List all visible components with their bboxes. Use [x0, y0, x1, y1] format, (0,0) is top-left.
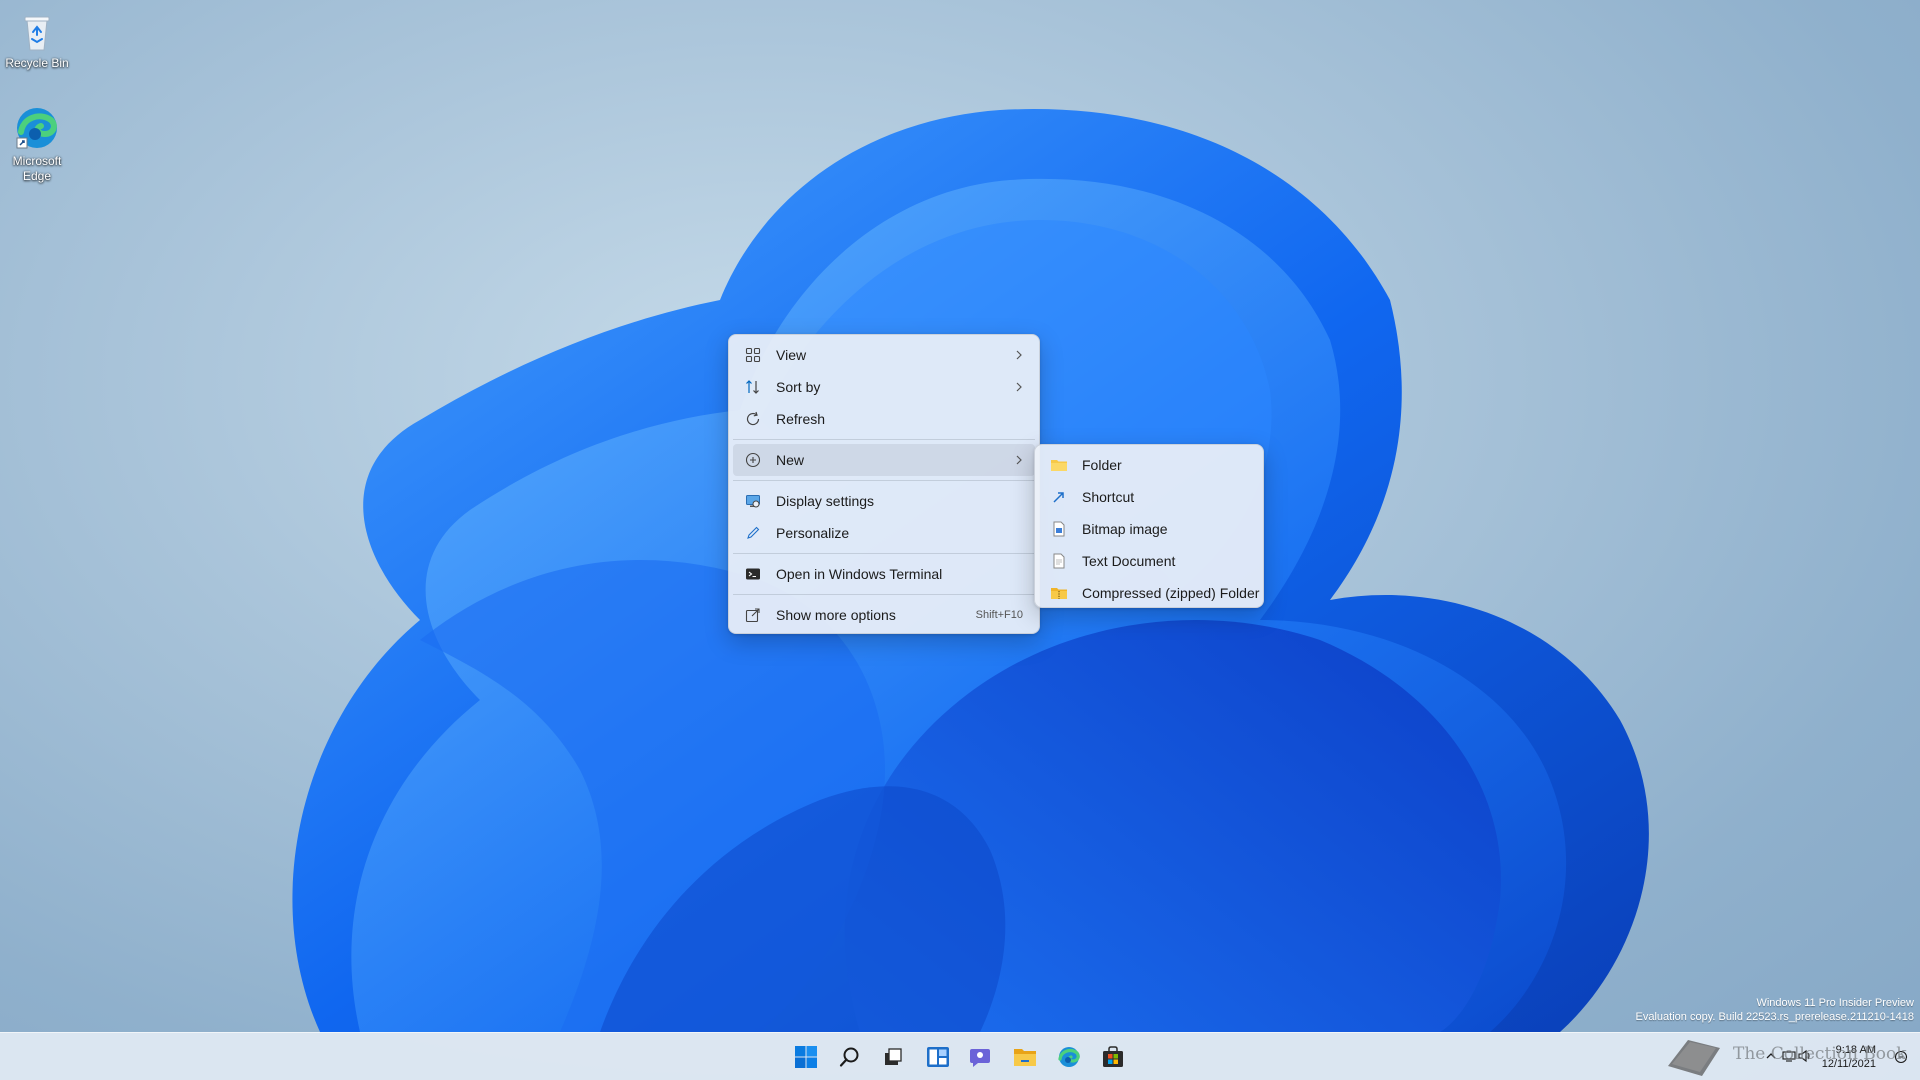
- menu-item-view[interactable]: View: [733, 339, 1035, 371]
- share-icon: [744, 606, 762, 624]
- menu-separator: [733, 594, 1035, 595]
- menu-item-label: Open in Windows Terminal: [776, 566, 943, 582]
- evaluation-watermark: Windows 11 Pro Insider Preview Evaluatio…: [1636, 996, 1914, 1024]
- menu-item-label: Personalize: [776, 525, 850, 541]
- menu-item-label: Text Document: [1082, 553, 1176, 569]
- chat-icon: [970, 1049, 990, 1067]
- store-icon: [1103, 1046, 1123, 1067]
- store-button[interactable]: [1095, 1039, 1131, 1075]
- edge-label: Microsoft Edge: [12, 154, 62, 183]
- submenu-item-bitmap[interactable]: Bitmap image: [1039, 513, 1259, 545]
- chevron-right-icon: [1016, 350, 1022, 360]
- refresh-icon: [744, 410, 762, 428]
- widgets-icon: [927, 1047, 949, 1067]
- new-submenu: Folder Shortcut Bitmap image Text Docume…: [1034, 444, 1264, 608]
- start-button[interactable]: [788, 1039, 824, 1075]
- menu-item-label: View: [776, 347, 807, 363]
- display-icon: [744, 492, 762, 510]
- menu-item-show-more-options[interactable]: Show more options Shift+F10: [733, 599, 1035, 631]
- menu-separator: [733, 553, 1035, 554]
- taskbar: 9:18 AM 12/11/2021: [0, 1032, 1920, 1080]
- menu-item-label: Display settings: [776, 493, 875, 509]
- menu-item-label: New: [776, 452, 805, 468]
- grid-view-icon: [744, 346, 762, 364]
- chevron-right-icon: [1016, 455, 1022, 465]
- watermark-edition: Windows 11 Pro Insider Preview: [1756, 997, 1914, 1009]
- menu-item-open-terminal[interactable]: Open in Windows Terminal: [733, 558, 1035, 590]
- submenu-item-shortcut[interactable]: Shortcut: [1039, 481, 1259, 513]
- sort-arrows-icon: [744, 378, 762, 396]
- chevron-right-icon: [1016, 382, 1022, 392]
- watermark-build: Evaluation copy. Build 22523.rs_prerelea…: [1635, 1011, 1914, 1023]
- menu-item-label: Folder: [1082, 457, 1122, 473]
- terminal-icon: [744, 565, 762, 583]
- bitmap-icon: [1050, 520, 1068, 538]
- widgets-button[interactable]: [920, 1039, 956, 1075]
- submenu-item-text-document[interactable]: Text Document: [1039, 545, 1259, 577]
- edge-button[interactable]: [1051, 1039, 1087, 1075]
- shortcut-arrow-icon: [1050, 488, 1068, 506]
- recycle-bin-label: Recycle Bin: [5, 56, 69, 70]
- chat-button[interactable]: [963, 1039, 999, 1075]
- file-explorer-button[interactable]: [1007, 1039, 1043, 1075]
- menu-item-label: Sort by: [776, 379, 821, 395]
- pen-icon: [744, 524, 762, 542]
- desktop-context-menu: View Sort by Refresh New Display setting…: [728, 334, 1040, 634]
- edge-icon: [1058, 1047, 1080, 1067]
- menu-item-label: Bitmap image: [1082, 521, 1168, 537]
- search-icon: [839, 1047, 859, 1067]
- recycle-bin-icon: [24, 16, 50, 51]
- edge-shortcut[interactable]: Microsoft Edge: [0, 104, 76, 184]
- menu-item-label: Refresh: [776, 411, 826, 427]
- text-document-icon: [1050, 552, 1068, 570]
- menu-item-label: Shortcut: [1082, 489, 1135, 505]
- microsoft-edge-icon: [16, 108, 57, 149]
- file-explorer-icon: [1014, 1049, 1036, 1066]
- menu-item-new[interactable]: New: [733, 444, 1035, 476]
- zip-folder-icon: [1050, 584, 1068, 602]
- recycle-bin-shortcut[interactable]: Recycle Bin: [0, 6, 76, 71]
- desktop: Recycle Bin Microsoft Edge View Sort by: [0, 0, 1920, 1080]
- submenu-item-compressed-folder[interactable]: Compressed (zipped) Folder: [1039, 577, 1259, 609]
- task-view-icon: [885, 1048, 902, 1065]
- menu-item-sort-by[interactable]: Sort by: [733, 371, 1035, 403]
- start-icon: [795, 1046, 817, 1068]
- search-button[interactable]: [832, 1039, 868, 1075]
- menu-item-refresh[interactable]: Refresh: [733, 403, 1035, 435]
- menu-item-display-settings[interactable]: Display settings: [733, 485, 1035, 517]
- plus-circle-icon: [744, 451, 762, 469]
- task-view-button[interactable]: [875, 1039, 911, 1075]
- submenu-item-folder[interactable]: Folder: [1039, 449, 1259, 481]
- keyboard-shortcut: Shift+F10: [975, 609, 1023, 621]
- brand-overlay-text: The Collection Book: [1733, 1044, 1907, 1064]
- menu-item-label: Compressed (zipped) Folder: [1082, 585, 1260, 601]
- menu-item-label: Show more options: [776, 607, 896, 623]
- menu-separator: [733, 439, 1035, 440]
- menu-separator: [733, 480, 1035, 481]
- folder-icon: [1050, 456, 1068, 474]
- menu-item-personalize[interactable]: Personalize: [733, 517, 1035, 549]
